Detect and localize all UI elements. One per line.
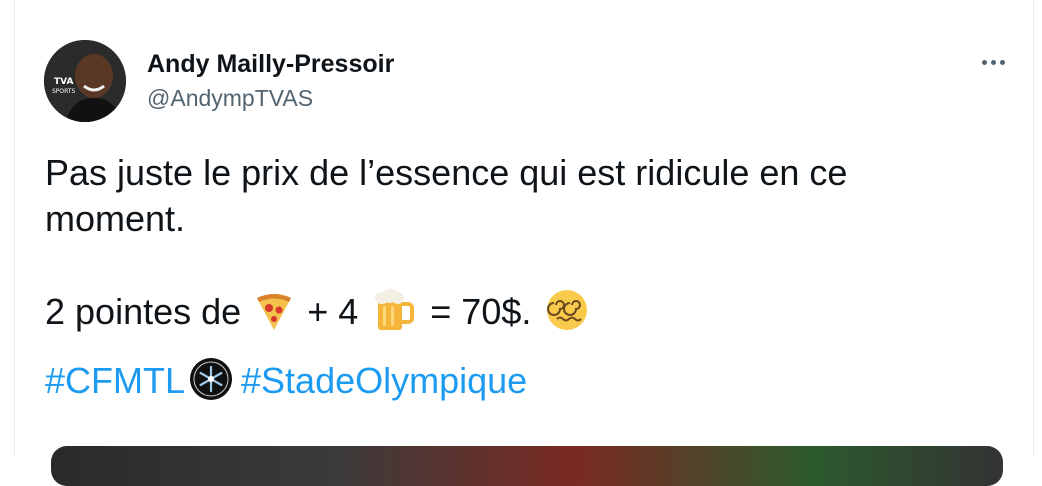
dot — [990, 59, 996, 65]
more-options-icon[interactable] — [973, 50, 1013, 74]
hashtags-line: #CFMTL #StadeOlympique — [45, 357, 1005, 412]
cf-montreal-logo-icon — [189, 357, 233, 412]
svg-text:TVA: TVA — [54, 77, 73, 87]
tweet-text-line-2: moment. — [45, 198, 186, 239]
svg-text:SPORTS: SPORTS — [52, 88, 76, 95]
dizzy-face-emoji — [545, 288, 589, 343]
hashtag-cfmtl[interactable]: #CFMTL — [45, 360, 185, 401]
text-segment: + 4 — [307, 291, 359, 332]
tweet-card: TVA SPORTS Andy Mailly-Pressoir @AndympT… — [14, 0, 1034, 486]
tweet-text-line-1: Pas juste le prix de l’essence qui est r… — [45, 152, 848, 193]
tweet-text: Pas juste le prix de l’essence qui est r… — [45, 150, 1005, 412]
tweet-text-line-3: 2 pointes de + 4 = 70$. — [45, 288, 1005, 343]
avatar-image: TVA SPORTS — [44, 40, 126, 122]
dot — [999, 59, 1005, 65]
author-name[interactable]: Andy Mailly-Pressoir — [147, 50, 394, 79]
hashtag-stadeolympique[interactable]: #StadeOlympique — [241, 360, 527, 401]
author-handle[interactable]: @AndympTVAS — [147, 85, 313, 112]
beer-mug-emoji — [372, 288, 416, 343]
dot — [981, 59, 987, 65]
author-avatar[interactable]: TVA SPORTS — [44, 40, 126, 122]
tweet-media-preview[interactable] — [51, 446, 1003, 486]
pizza-emoji — [255, 292, 293, 343]
text-segment: 2 pointes de — [45, 291, 242, 332]
text-segment: = 70$. — [430, 291, 532, 332]
